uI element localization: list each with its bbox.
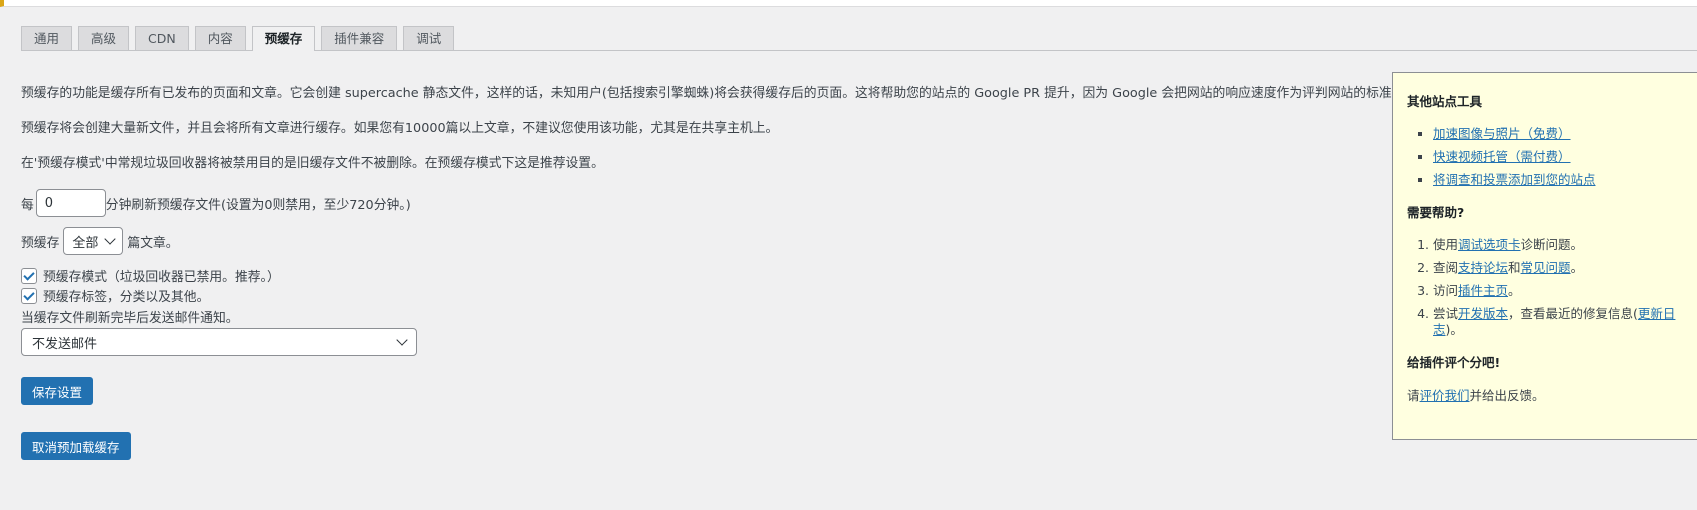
- debug-tab-link[interactable]: 调试选项卡: [1458, 237, 1521, 252]
- chevron-down-icon: [396, 334, 408, 346]
- list-item: 访问插件主页。: [1433, 283, 1697, 299]
- help-text: 查阅: [1433, 260, 1459, 275]
- cancel-preload-button[interactable]: 取消预加载缓存: [21, 432, 131, 460]
- posts-suffix: 篇文章。: [127, 235, 179, 251]
- dev-version-link[interactable]: 开发版本: [1458, 306, 1508, 321]
- chevron-down-icon: [104, 233, 117, 245]
- tab-advanced[interactable]: 高级: [78, 26, 130, 50]
- help-text: 。: [1570, 260, 1584, 275]
- refresh-suffix: 分钟刷新预缓存文件(设置为0则禁用，至少720分钟。): [105, 197, 411, 213]
- posts-prefix: 预缓存: [21, 235, 60, 251]
- email-notification-select[interactable]: 不发送邮件: [21, 328, 417, 356]
- intro-paragraph-3: 在'预缓存模式'中常规垃圾回收器将被禁用目的是旧缓存文件不被删除。在预缓存模式下…: [21, 156, 604, 171]
- rate-plugin-title: 给插件评个分吧!: [1407, 355, 1501, 370]
- email-select-wrap: 不发送邮件: [21, 328, 1401, 356]
- sidebar-help-box: 其他站点工具 加速图像与照片（免费） 快速视频托管（需付费） 将调查和投票添加到…: [1392, 72, 1697, 440]
- refresh-interval-row: 每 分钟刷新预缓存文件(设置为0则禁用，至少720分钟。): [21, 189, 1401, 217]
- rate-text: 请: [1407, 388, 1420, 403]
- need-help-title: 需要帮助?: [1407, 205, 1465, 220]
- help-text: )。: [1445, 322, 1463, 337]
- support-forum-link[interactable]: 支持论坛: [1458, 260, 1508, 275]
- preload-mode-label: 预缓存模式（垃圾回收器已禁用。推荐。）: [43, 270, 280, 285]
- help-list: 使用调试选项卡诊断问题。 查阅支持论坛和常见问题。 访问插件主页。 尝试开发版本…: [1407, 237, 1697, 338]
- tab-general[interactable]: 通用: [21, 26, 73, 50]
- preload-mode-row: 预缓存模式（垃圾回收器已禁用。推荐。）: [21, 266, 1401, 285]
- settings-tabs: 通用 高级 CDN 内容 预缓存 插件兼容 调试: [21, 26, 455, 51]
- rate-plugin-text: 请评价我们并给出反馈。: [1407, 387, 1697, 405]
- email-notification-label: 当缓存文件刷新完毕后发送邮件通知。: [21, 311, 239, 326]
- save-settings-button[interactable]: 保存设置: [21, 377, 94, 405]
- preload-posts-row: 预缓存 全部 篇文章。: [21, 227, 1401, 255]
- preload-taxonomies-label: 预缓存标签，分类以及其他。: [43, 290, 210, 305]
- list-item: 尝试开发版本，查看最近的修复信息(更新日志)。: [1433, 306, 1697, 338]
- tool-link-video[interactable]: 快速视频托管（需付费）: [1433, 149, 1571, 164]
- refresh-interval-input[interactable]: [35, 189, 106, 217]
- plugin-homepage-link[interactable]: 插件主页: [1458, 283, 1508, 298]
- help-text: 和: [1508, 260, 1521, 275]
- posts-count-select[interactable]: 全部: [63, 227, 124, 255]
- tab-cdn[interactable]: CDN: [135, 26, 189, 50]
- tool-link-polls[interactable]: 将调查和投票添加到您的站点: [1433, 172, 1596, 187]
- list-item: 加速图像与照片（免费）: [1433, 126, 1697, 142]
- save-row: 保存设置: [21, 377, 1401, 405]
- posts-count-value: 全部: [72, 235, 99, 251]
- rate-us-link[interactable]: 评价我们: [1420, 388, 1470, 403]
- refresh-prefix: 每: [21, 197, 34, 213]
- rate-text: 并给出反馈。: [1469, 388, 1545, 403]
- preload-settings: 预缓存的功能是缓存所有已发布的页面和文章。它会创建 supercache 静态文…: [21, 84, 1405, 460]
- tool-link-photon[interactable]: 加速图像与照片（免费）: [1433, 126, 1571, 141]
- help-text: 。: [1508, 283, 1521, 298]
- help-text: ，查看最近的修复信息(: [1508, 306, 1638, 321]
- tab-debug[interactable]: 调试: [403, 26, 455, 50]
- intro-paragraph-1: 预缓存的功能是缓存所有已发布的页面和文章。它会创建 supercache 静态文…: [21, 86, 1405, 101]
- intro-paragraph-2: 预缓存将会创建大量新文件，并且会将所有文章进行缓存。如果您有10000篇以上文章…: [21, 121, 779, 136]
- cancel-row: 取消预加载缓存: [21, 432, 1401, 460]
- preload-taxonomies-checkbox[interactable]: [21, 287, 37, 304]
- list-item: 将调查和投票添加到您的站点: [1433, 172, 1697, 188]
- admin-notice-strip: [0, 0, 1697, 7]
- help-text: 访问: [1433, 283, 1459, 298]
- other-tools-title: 其他站点工具: [1407, 94, 1483, 109]
- list-item: 快速视频托管（需付费）: [1433, 149, 1697, 165]
- tab-contents[interactable]: 内容: [194, 26, 246, 50]
- list-item: 使用调试选项卡诊断问题。: [1433, 237, 1697, 253]
- tab-plugins[interactable]: 插件兼容: [321, 26, 398, 50]
- other-tools-list: 加速图像与照片（免费） 快速视频托管（需付费） 将调查和投票添加到您的站点: [1407, 126, 1697, 188]
- help-text: 诊断问题。: [1520, 237, 1584, 252]
- help-text: 使用: [1433, 237, 1459, 252]
- faq-link[interactable]: 常见问题: [1521, 260, 1571, 275]
- email-label-row: 当缓存文件刷新完毕后发送邮件通知。: [21, 307, 1401, 326]
- help-text: 尝试: [1433, 306, 1459, 321]
- preload-taxonomies-row: 预缓存标签，分类以及其他。: [21, 286, 1401, 305]
- tab-preload[interactable]: 预缓存: [251, 26, 316, 51]
- preload-mode-checkbox[interactable]: [21, 267, 37, 284]
- list-item: 查阅支持论坛和常见问题。: [1433, 260, 1697, 276]
- email-select-value: 不发送邮件: [32, 336, 98, 352]
